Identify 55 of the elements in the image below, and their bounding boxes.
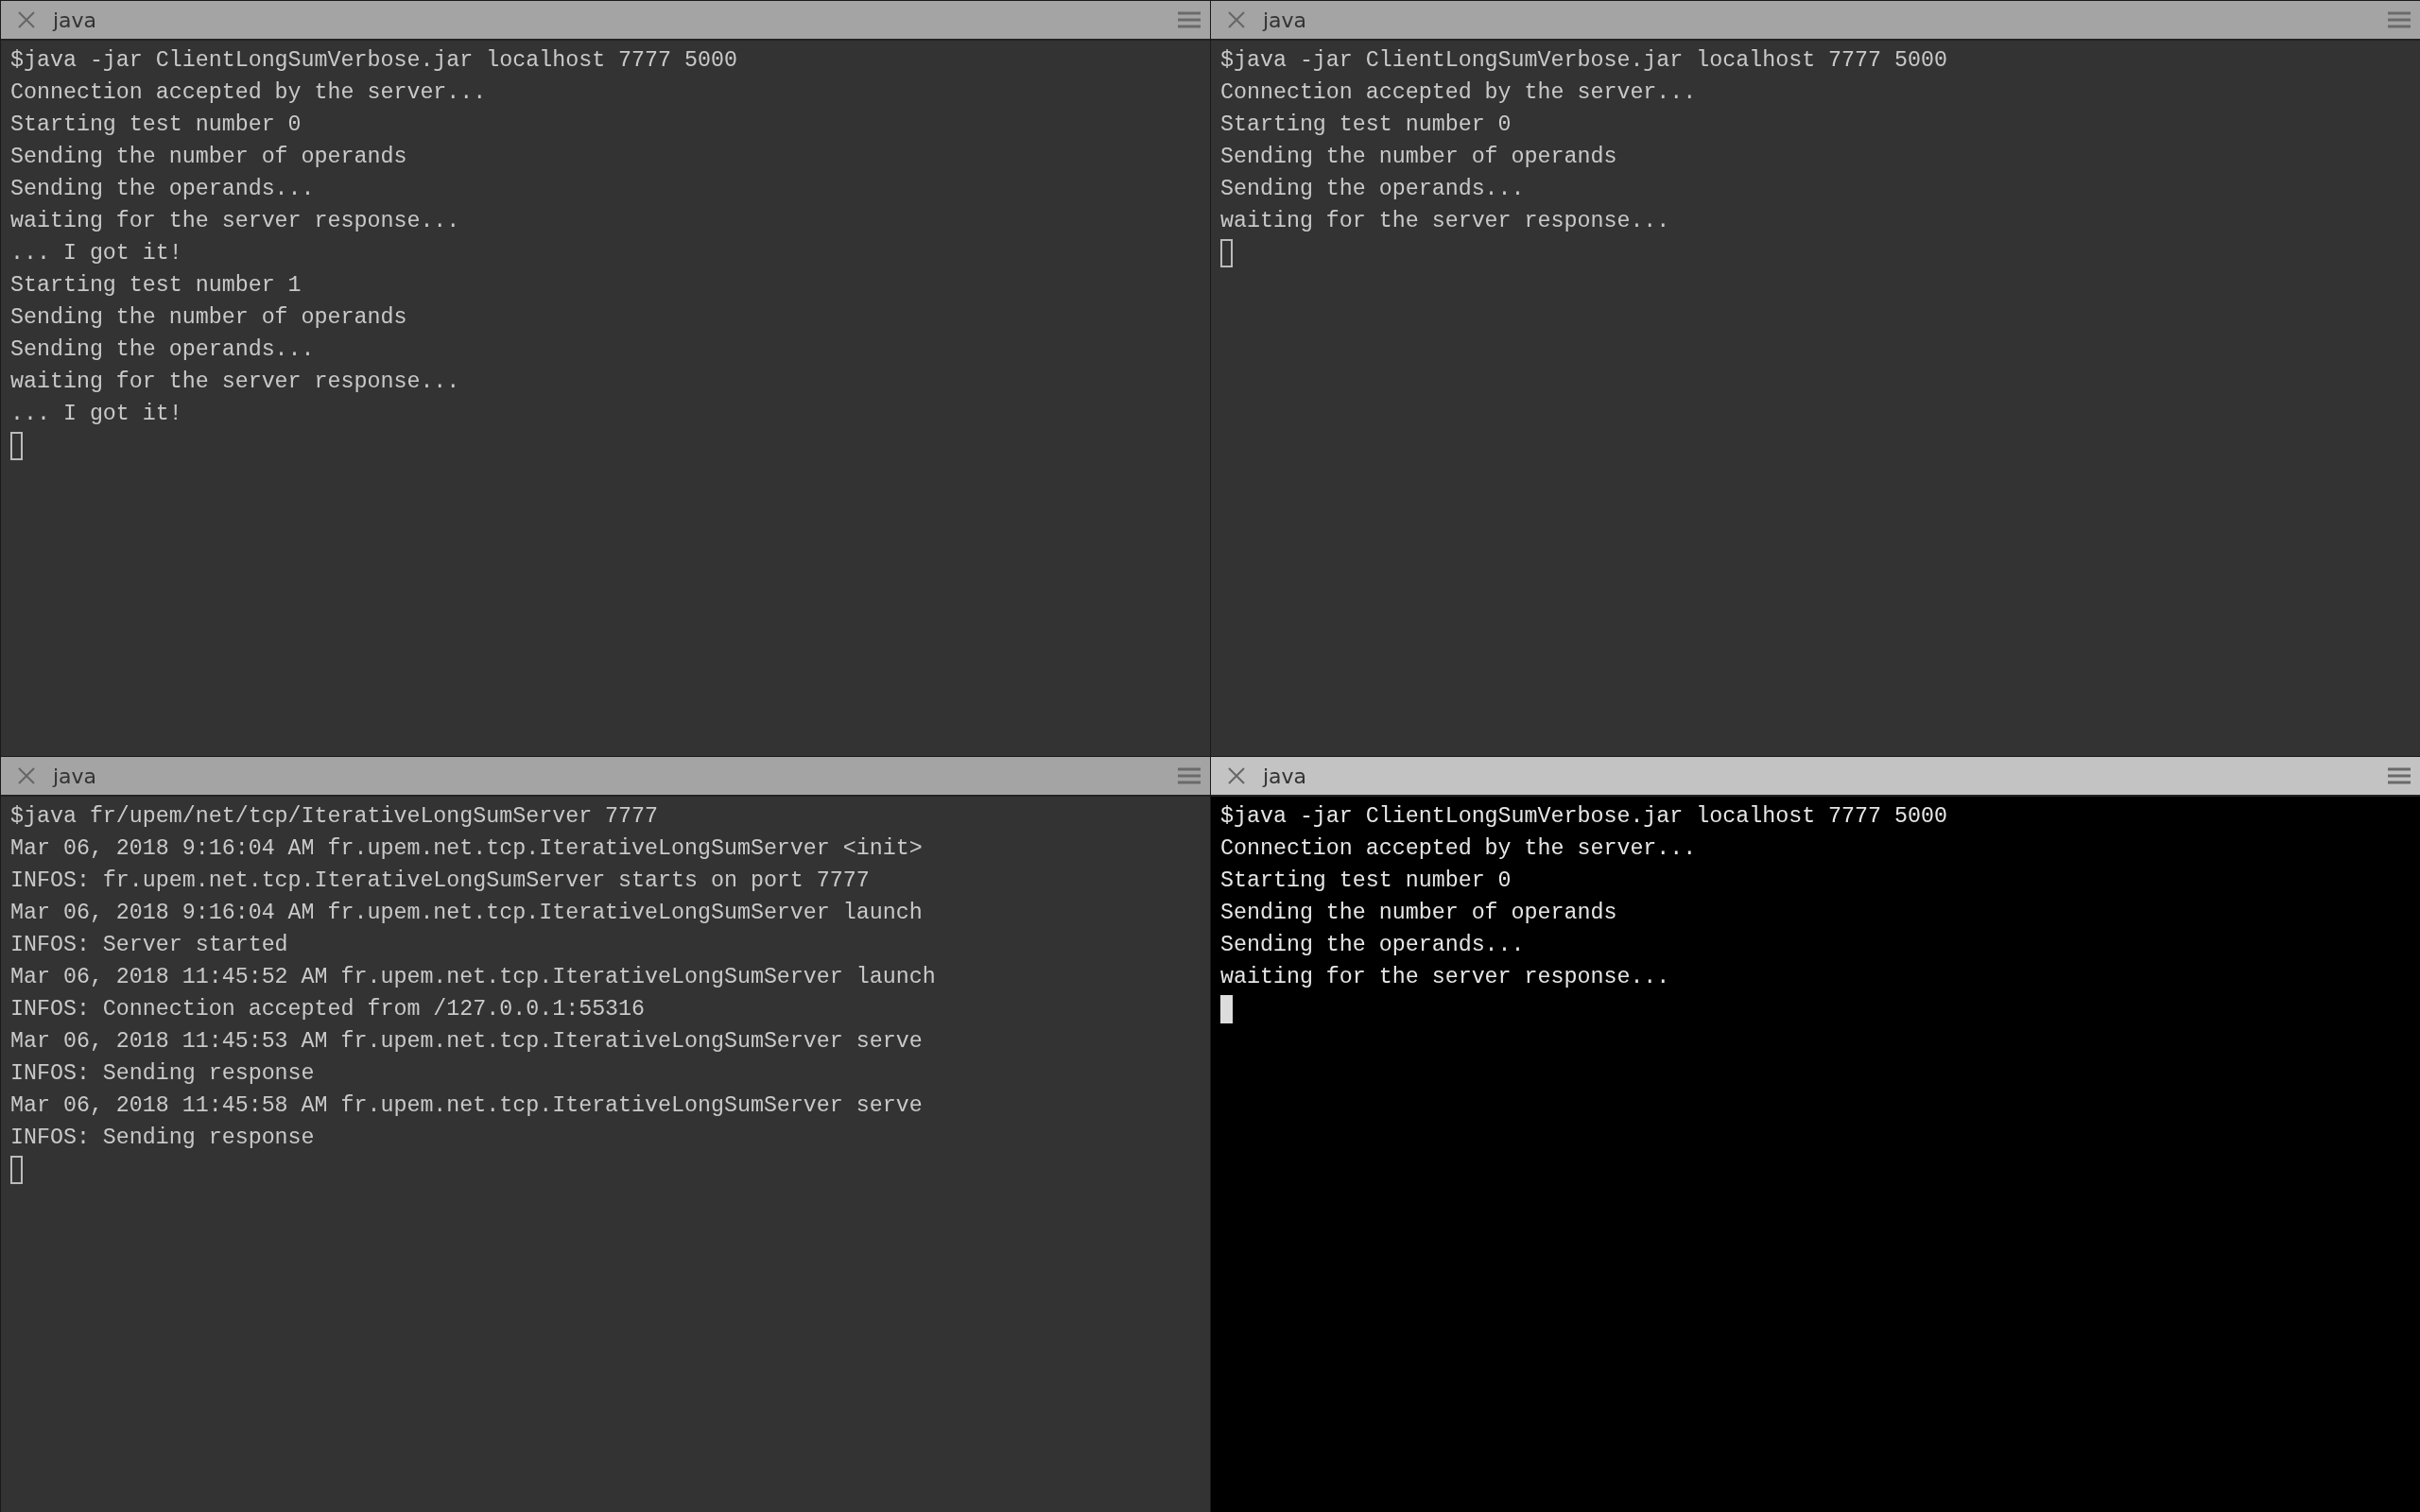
terminal-line: waiting for the server response... xyxy=(1220,208,1671,235)
terminal-line: INFOS: Connection accepted from /127.0.0.1:55316 xyxy=(10,996,647,1023)
terminal-line: Starting test number 0 xyxy=(1220,868,1512,895)
cursor xyxy=(1220,239,1233,267)
terminal-line: Sending the operands... xyxy=(10,176,316,203)
terminal-line: INFOS: fr.upem.net.tcp.IterativeLongSumServer starts on port 7777 xyxy=(10,868,871,895)
terminal-line: INFOS: Sending response xyxy=(10,1125,316,1152)
menu-icon[interactable] xyxy=(1178,11,1201,28)
terminal-line: Mar 06, 2018 11:45:58 AM fr.upem.net.tcp.IterativeLongSumServer serve xyxy=(10,1092,924,1120)
tab-header[interactable]: java xyxy=(1,757,1210,797)
cursor xyxy=(10,432,23,460)
terminal-line: $java fr/upem/net/tcp/IterativeLongSumServer 7777 xyxy=(10,803,660,831)
terminal-line: Connection accepted by the server... xyxy=(1220,835,1698,863)
menu-icon[interactable] xyxy=(1178,767,1201,784)
tab-header[interactable]: java xyxy=(1,1,1210,41)
terminal-line: waiting for the server response... xyxy=(1220,964,1671,991)
terminal-line: $java -jar ClientLongSumVerbose.jar localhost 7777 5000 xyxy=(1220,47,1948,75)
tab-title: java xyxy=(1263,8,1308,32)
terminal-line: Mar 06, 2018 9:16:04 AM fr.upem.net.tcp.IterativeLongSumServer <init> xyxy=(10,835,924,863)
tab-title: java xyxy=(53,764,98,788)
close-icon[interactable] xyxy=(17,10,36,29)
terminal-line: Sending the number of operands xyxy=(1220,900,1618,927)
close-icon[interactable] xyxy=(17,766,36,785)
terminal-line: Connection accepted by the server... xyxy=(1220,79,1698,107)
tab-header[interactable]: java xyxy=(1211,1,2420,41)
close-icon[interactable] xyxy=(1227,766,1246,785)
terminal-line: waiting for the server response... xyxy=(10,369,461,396)
terminal-line: $java -jar ClientLongSumVerbose.jar localhost 7777 5000 xyxy=(10,47,738,75)
terminal-line: Sending the number of operands xyxy=(1220,144,1618,171)
menu-icon[interactable] xyxy=(2388,767,2411,784)
tab-title: java xyxy=(1263,764,1308,788)
tab-header[interactable]: java xyxy=(1211,757,2420,797)
terminal-line: Mar 06, 2018 9:16:04 AM fr.upem.net.tcp.IterativeLongSumServer launch xyxy=(10,900,924,927)
terminal-line: ... I got it! xyxy=(10,240,183,267)
terminal-line: Mar 06, 2018 11:45:52 AM fr.upem.net.tcp.IterativeLongSumServer launch xyxy=(10,964,937,991)
terminal-line: Sending the number of operands xyxy=(10,144,408,171)
terminal-line: Starting test number 0 xyxy=(1220,112,1512,139)
terminal-line: Connection accepted by the server... xyxy=(10,79,488,107)
terminal-line: Sending the operands... xyxy=(10,336,316,364)
close-icon[interactable] xyxy=(1227,10,1246,29)
terminal-line: Starting test number 1 xyxy=(10,272,302,300)
menu-icon[interactable] xyxy=(2388,11,2411,28)
cursor xyxy=(10,1156,23,1184)
terminal-line: INFOS: Server started xyxy=(10,932,289,959)
terminal-line: Sending the operands... xyxy=(1220,176,1526,203)
cursor xyxy=(1220,995,1233,1023)
terminal-line: ... I got it! xyxy=(10,401,183,428)
terminal-line: INFOS: Sending response xyxy=(10,1060,316,1088)
terminal-line: waiting for the server response... xyxy=(10,208,461,235)
tab-title: java xyxy=(53,8,98,32)
terminal-line: $java -jar ClientLongSumVerbose.jar localhost 7777 5000 xyxy=(1220,803,1948,831)
terminal-line: Starting test number 0 xyxy=(10,112,302,139)
terminal-line: Mar 06, 2018 11:45:53 AM fr.upem.net.tcp.IterativeLongSumServer serve xyxy=(10,1028,924,1056)
terminal-line: Sending the operands... xyxy=(1220,932,1526,959)
terminal-line: Sending the number of operands xyxy=(10,304,408,332)
